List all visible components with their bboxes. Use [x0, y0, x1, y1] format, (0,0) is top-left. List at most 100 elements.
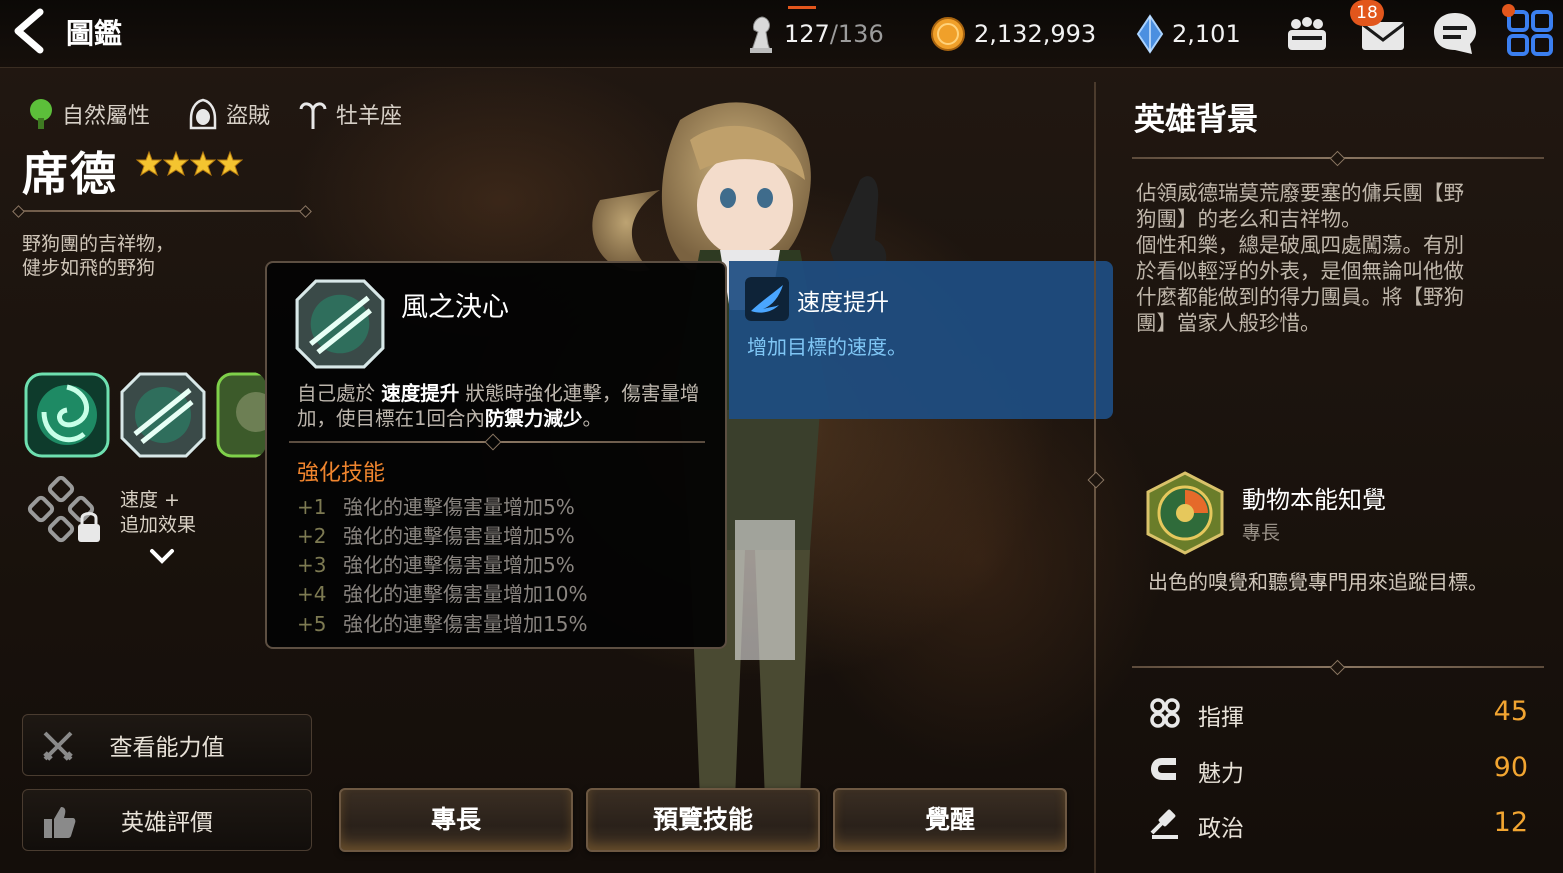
- specialty-name: 動物本能知覺: [1242, 486, 1386, 514]
- enhance-level-row: +1 強化的連擊傷害量增加5%: [297, 491, 575, 520]
- enhance-level: +3: [297, 553, 327, 577]
- chat-icon[interactable]: [1430, 8, 1480, 58]
- team-icon[interactable]: [1282, 8, 1332, 58]
- stat-politics: 政治 12: [1148, 805, 1532, 845]
- hero-tagline: 野狗團的吉祥物， 健步如飛的野狗: [22, 232, 282, 280]
- skill-3-icon[interactable]: [216, 372, 266, 458]
- stamina-timer-bar: [788, 6, 816, 9]
- stat-name: 魅力: [1198, 761, 1244, 787]
- right-divider: [1132, 157, 1544, 159]
- star-icon: [190, 150, 216, 177]
- desc-keyword-speed-up[interactable]: 速度提升: [381, 382, 459, 405]
- bio-line: 佔領威德瑞莫荒廢要塞的傭兵團【野: [1136, 181, 1464, 205]
- star-icon: [217, 150, 243, 177]
- stat-value: 90: [1493, 752, 1528, 783]
- crystal-icon: [1136, 14, 1164, 54]
- skill-name: 風之決心: [401, 292, 509, 323]
- menu-notification-dot: [1502, 4, 1515, 17]
- animal-instinct-icon[interactable]: [1142, 470, 1228, 556]
- star-rating: [136, 150, 243, 178]
- thief-hood-icon: [189, 98, 217, 130]
- skill-description: 自己處於 速度提升 狀態時強化連擊，傷害量增加，使目標在1回合內防禦力減少。: [297, 381, 711, 431]
- class-tag: 盜賊: [186, 96, 270, 132]
- skill-1-swirl-icon[interactable]: [24, 372, 110, 458]
- enhance-effect: 強化的連擊傷害量增加5%: [343, 524, 575, 548]
- skill-tooltip: 風之決心 自己處於 速度提升 狀態時強化連擊，傷害量增加，使目標在1回合內防禦力…: [265, 261, 727, 649]
- awaken-buff-hint: 速度 + 追加效果: [120, 488, 196, 538]
- buff-title: 速度提升: [797, 290, 889, 316]
- enhance-title: 強化技能: [297, 461, 386, 486]
- bio-line: 個性和樂，總是破風四處闖蕩。有別: [1136, 233, 1464, 257]
- specialty-type: 專長: [1242, 522, 1281, 544]
- enhance-level: +4: [297, 582, 327, 606]
- enhance-effect: 強化的連擊傷害量增加10%: [343, 582, 588, 606]
- tagline-line: 野狗團的吉祥物，: [22, 233, 175, 255]
- top-bar: 圖鑑 127/136 2,132,993 2,101 18: [0, 0, 1563, 68]
- tooltip-divider: [289, 441, 705, 443]
- attribute-tag: 自然屬性: [26, 96, 150, 132]
- enhance-level: +2: [297, 524, 327, 548]
- hero-review-button[interactable]: 英雄評價: [22, 789, 312, 851]
- tree-icon: [30, 99, 52, 129]
- enhance-effect: 強化的連擊傷害量增加5%: [343, 553, 575, 577]
- buff-description: 增加目標的速度。: [747, 335, 907, 359]
- wind-resolve-skill-icon: [295, 279, 385, 369]
- wing-icon: [745, 277, 789, 321]
- stamina-current: 127: [784, 20, 830, 48]
- aries-icon: [299, 102, 327, 129]
- preview-skill-button[interactable]: 預覽技能: [586, 788, 820, 852]
- command-icon: [1150, 698, 1180, 728]
- specialty-description: 出色的嗅覺和聽覺專門用來追蹤目標。: [1148, 570, 1488, 594]
- view-stats-label: 查看能力值: [109, 735, 225, 761]
- enhance-level-row: +2 強化的連擊傷害量增加5%: [297, 520, 575, 549]
- stat-command: 指揮 45: [1148, 694, 1532, 734]
- gold-coin-icon: [931, 17, 965, 51]
- specialty-button[interactable]: 專長: [339, 788, 573, 852]
- locked-awaken-slot-icon: [27, 476, 100, 543]
- zodiac-label: 牡羊座: [336, 104, 403, 129]
- gold-display[interactable]: 2,132,993: [930, 16, 1096, 52]
- back-arrow-icon[interactable]: [8, 8, 52, 54]
- star-icon: [163, 150, 189, 177]
- bio-line: 狗團】的老么和吉祥物。: [1136, 207, 1362, 231]
- background-title: 英雄背景: [1134, 102, 1258, 138]
- skill-2-wind-resolve-icon[interactable]: [120, 372, 206, 458]
- crystal-amount: 2,101: [1172, 20, 1241, 48]
- view-stats-button[interactable]: 查看能力值: [22, 714, 312, 776]
- gavel-icon: [1150, 809, 1178, 839]
- panel-separator: [1094, 82, 1096, 873]
- desc-text: 。: [582, 407, 602, 430]
- desc-keyword-defense-down[interactable]: 防禦力減少: [485, 407, 583, 430]
- class-label: 盜賊: [226, 104, 271, 129]
- enhance-level: +5: [297, 612, 327, 636]
- buff-popup: 速度提升 增加目標的速度。: [729, 261, 1113, 419]
- awaken-button[interactable]: 覺醒: [833, 788, 1067, 852]
- bio-line: 於看似輕浮的外表，是個無論叫他做: [1136, 259, 1464, 283]
- attribute-label: 自然屬性: [62, 104, 151, 129]
- enhance-effect: 強化的連擊傷害量增加15%: [343, 612, 588, 636]
- hero-name: 席德: [22, 147, 118, 201]
- enhance-level-row: +5 強化的連擊傷害量增加15%: [297, 608, 587, 637]
- hero-bio: 佔領威德瑞莫荒廢要塞的傭兵團【野 狗團】的老么和吉祥物。 個性和樂，總是破風四處…: [1136, 180, 1534, 336]
- mail-badge: 18: [1350, 0, 1384, 26]
- buff-hint-line: 追加效果: [120, 514, 197, 536]
- star-icon: [136, 150, 162, 177]
- tagline-line: 健步如飛的野狗: [22, 257, 156, 279]
- stats-divider: [1132, 666, 1544, 668]
- enhance-effect: 強化的連擊傷害量增加5%: [343, 495, 575, 519]
- knight-piece-icon: [750, 16, 772, 53]
- bio-line: 什麼都能做到的得力團員。將【野狗: [1136, 285, 1464, 309]
- bio-line: 團】當家人般珍惜。: [1136, 311, 1321, 335]
- page-title: 圖鑑: [66, 17, 123, 50]
- crystal-display[interactable]: 2,101: [1136, 14, 1241, 54]
- buff-hint-line: 速度 +: [120, 489, 180, 511]
- stat-name: 政治: [1198, 816, 1244, 842]
- enhance-level-row: +3 強化的連擊傷害量增加5%: [297, 549, 575, 578]
- stamina-max: /136: [829, 20, 884, 48]
- left-divider: [16, 210, 308, 212]
- enhance-level: +1: [297, 495, 327, 519]
- chevron-down-icon[interactable]: [148, 546, 176, 568]
- desc-text: 自己處於: [297, 382, 382, 405]
- hero-review-label: 英雄評價: [121, 810, 213, 836]
- stamina-display[interactable]: 127/136: [746, 16, 884, 53]
